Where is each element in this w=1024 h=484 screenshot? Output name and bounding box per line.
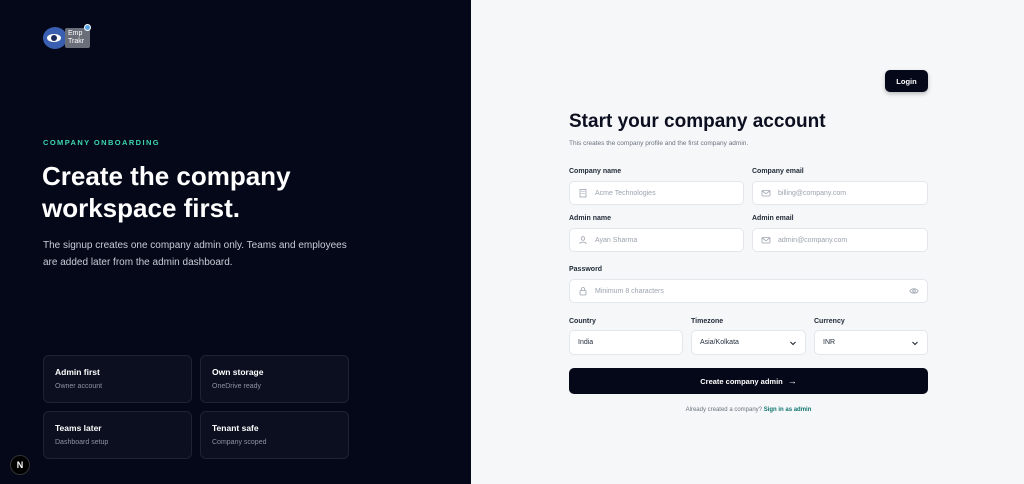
create-company-admin-label: Create company admin — [700, 376, 783, 386]
company-email-field[interactable]: billing@company.com — [752, 181, 928, 205]
country-value: India — [578, 339, 594, 346]
currency-label: Currency — [814, 318, 845, 325]
company-email-label: Company email — [752, 168, 804, 175]
hero-headline: Create the company workspace first. — [42, 161, 291, 223]
hero-panel: Emp Trakr COMPANY ONBOARDING Create the … — [0, 0, 471, 484]
nextjs-badge-icon[interactable]: N — [10, 455, 30, 475]
logo-line1: Emp — [68, 30, 83, 37]
company-name-placeholder: Acme Technologies — [595, 189, 656, 197]
user-icon — [579, 236, 587, 245]
mail-icon — [761, 237, 771, 244]
admin-email-field[interactable]: admin@company.com — [752, 228, 928, 252]
feature-card-own-storage: Own storage OneDrive ready — [200, 355, 349, 403]
feature-card-title: Teams later — [55, 423, 102, 433]
admin-name-placeholder: Ayan Sharma — [595, 236, 638, 244]
signup-panel: Login Start your company account This cr… — [471, 0, 1024, 484]
currency-select[interactable]: INR — [814, 330, 928, 355]
timezone-value: Asia/Kolkata — [700, 339, 739, 346]
hero-description: The signup creates one company admin onl… — [43, 240, 347, 268]
admin-email-placeholder: admin@company.com — [778, 236, 848, 244]
password-label: Password — [569, 266, 603, 273]
feature-card-admin-first: Admin first Owner account — [43, 355, 192, 403]
form-title: Start your company account — [569, 111, 826, 132]
feature-card-tenant-safe: Tenant safe Company scoped — [200, 411, 349, 459]
admin-name-field[interactable]: Ayan Sharma — [569, 228, 744, 252]
feature-card-title: Admin first — [55, 367, 100, 377]
signin-footer: Already created a company? Sign in as ad… — [569, 407, 928, 413]
timezone-select[interactable]: Asia/Kolkata — [691, 330, 806, 355]
company-name-field[interactable]: Acme Technologies — [569, 181, 744, 205]
sign-in-as-admin-link[interactable]: Sign in as admin — [764, 407, 812, 413]
section-kicker: COMPANY ONBOARDING — [43, 138, 161, 147]
arrow-right-icon: → — [787, 376, 797, 386]
chevron-down-icon — [790, 341, 796, 345]
password-field[interactable]: Minimum 8 characters — [569, 279, 928, 303]
company-name-label: Company name — [569, 168, 622, 175]
login-button[interactable]: Login — [885, 70, 928, 92]
feature-card-subtitle: OneDrive ready — [212, 383, 262, 390]
currency-value: INR — [823, 339, 836, 346]
mail-icon — [761, 190, 771, 197]
show-password-icon[interactable] — [909, 286, 919, 296]
timezone-label: Timezone — [691, 318, 724, 325]
feature-card-teams-later: Teams later Dashboard setup — [43, 411, 192, 459]
password-placeholder: Minimum 8 characters — [595, 287, 664, 295]
create-company-admin-button[interactable]: Create company admin → — [569, 368, 928, 394]
country-input[interactable]: India — [569, 330, 683, 355]
chevron-down-icon — [912, 341, 918, 345]
logo-line2: Trakr — [68, 38, 85, 45]
feature-card-subtitle: Company scoped — [212, 439, 267, 446]
admin-name-label: Admin name — [569, 215, 612, 222]
feature-card-subtitle: Dashboard setup — [55, 439, 109, 446]
eye-icon — [43, 27, 67, 49]
feature-card-subtitle: Owner account — [55, 383, 103, 390]
feature-cards: Admin first Owner account Own storage On… — [43, 355, 349, 459]
admin-email-label: Admin email — [752, 215, 794, 222]
feature-card-title: Tenant safe — [212, 423, 259, 433]
logo-wordmark: Emp Trakr — [65, 28, 90, 48]
form-subtitle: This creates the company profile and the… — [569, 140, 749, 147]
company-email-placeholder: billing@company.com — [778, 189, 847, 197]
lock-icon — [579, 287, 587, 296]
building-icon — [579, 189, 587, 198]
app-logo[interactable]: Emp Trakr — [43, 24, 91, 49]
signin-footer-text: Already created a company? — [685, 407, 763, 413]
country-label: Country — [569, 318, 596, 325]
feature-card-title: Own storage — [212, 367, 264, 377]
status-dot-icon — [84, 24, 91, 31]
